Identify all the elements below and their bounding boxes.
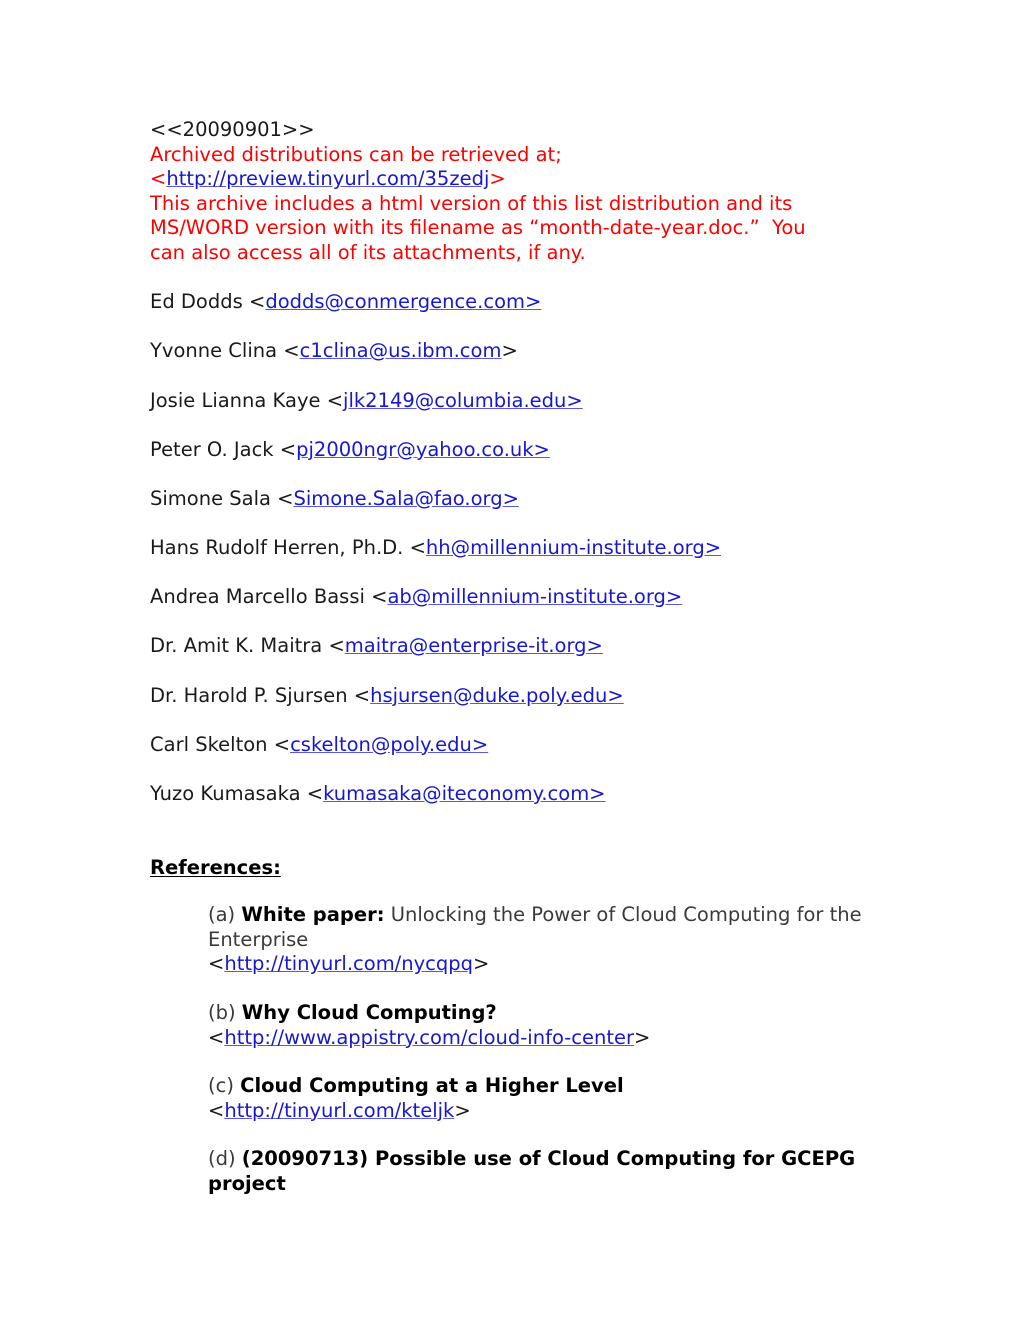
angle-bracket-open: < (273, 732, 291, 756)
contact-entry: Yuzo Kumasaka <kumasaka@iteconomy.com> (150, 782, 890, 807)
contact-email-link[interactable]: dodds@conmergence.com> (265, 290, 541, 313)
reference-marker: (c) (208, 1074, 241, 1098)
reference-item: (c) Cloud Computing at a Higher Level <ht… (208, 1074, 890, 1123)
reference-url-link[interactable]: http://tinyurl.com/nycqpq (224, 952, 473, 975)
archive-url-link[interactable]: http://preview.tinyurl.com/35zedj (166, 167, 489, 190)
reference-marker: (a) (208, 903, 242, 927)
angle-bracket-open: < (409, 536, 426, 560)
contact-entry: Dr. Harold P. Sjursen <hsjursen@duke.pol… (150, 684, 890, 709)
contact-name: Dr. Harold P. Sjursen (150, 683, 354, 707)
references-heading: References: (150, 855, 281, 879)
contact-entry: Ed Dodds <dodds@conmergence.com> (150, 290, 890, 315)
reference-title: Why Cloud Computing? (241, 1001, 497, 1024)
references-heading-row: References: (150, 856, 890, 881)
contact-name: Yuzo Kumasaka (150, 782, 307, 806)
angle-bracket-open: < (248, 290, 266, 314)
contact-name: Ed Dodds (150, 290, 249, 314)
contact-email-link[interactable]: c1clina@us.ibm.com (300, 339, 502, 362)
archive-url-line: <http://preview.tinyurl.com/35zedj> (150, 167, 890, 192)
reference-title: White paper: (241, 903, 385, 927)
contact-email-link[interactable]: hsjursen@duke.poly.edu> (370, 684, 624, 707)
document-page: <<20090901>> Archived distributions can … (0, 0, 1020, 1320)
reference-url-line: <http://www.appistry.com/cloud-info-cent… (208, 1026, 890, 1051)
contact-name: Dr. Amit K. Maitra (150, 634, 329, 658)
angle-bracket-open: < (208, 1025, 225, 1049)
reference-item: (d) (20090713) Possible use of Cloud Com… (208, 1147, 890, 1196)
archive-description-line-1: This archive includes a html version of … (150, 191, 793, 215)
angle-bracket-open: < (371, 585, 388, 609)
reference-title: (20090713) Possible use of Cloud Computi… (208, 1147, 862, 1195)
angle-bracket-open: < (208, 952, 225, 976)
reference-item: (b) Why Cloud Computing? <http://www.appi… (208, 1001, 890, 1050)
contact-name: Josie Lianna Kaye (150, 388, 327, 412)
document-content: <<20090901>> Archived distributions can … (150, 118, 890, 1197)
angle-bracket-close: > (454, 1098, 471, 1122)
reference-marker: (d) (208, 1147, 242, 1171)
reference-url-line: <http://tinyurl.com/nycqpq> (208, 952, 890, 977)
contact-name: Peter O. Jack (150, 437, 280, 461)
contact-email-link[interactable]: ab@millennium-institute.org> (387, 585, 682, 608)
contact-name: Yvonne Clina (150, 339, 284, 363)
reference-item: (a) White paper: Unlocking the Power of … (208, 903, 890, 977)
angle-bracket-open: < (277, 486, 294, 510)
contact-email-link[interactable]: Simone.Sala@fao.org> (294, 487, 519, 510)
contact-email-link[interactable]: kumasaka@iteconomy.com> (323, 782, 605, 805)
contact-name: Hans Rudolf Herren, Ph.D. (150, 536, 410, 560)
angle-bracket-open: < (328, 634, 345, 658)
header-block: <<20090901>> Archived distributions can … (150, 118, 890, 266)
contact-email-link[interactable]: pj2000ngr@yahoo.co.uk> (296, 438, 550, 461)
reference-url-link[interactable]: http://tinyurl.com/kteljk (224, 1099, 454, 1122)
reference-url-link[interactable]: http://www.appistry.com/cloud-info-cente… (224, 1026, 634, 1049)
reference-url-line: <http://tinyurl.com/kteljk> (208, 1099, 890, 1124)
references-list: (a) White paper: Unlocking the Power of … (208, 903, 890, 1196)
angle-bracket-close: > (634, 1025, 651, 1049)
archive-description-line-2: MS/WORD version with its filename as “mo… (150, 216, 806, 240)
angle-bracket-open: < (353, 683, 371, 707)
contact-entry: Simone Sala <Simone.Sala@fao.org> (150, 487, 890, 512)
angle-bracket-open: < (283, 339, 300, 363)
angle-bracket-open: < (279, 437, 297, 461)
contact-entry: Josie Lianna Kaye <jlk2149@columbia.edu> (150, 389, 890, 414)
contact-name: Simone Sala (150, 486, 278, 510)
angle-bracket-close: > (489, 167, 506, 191)
contact-list: Ed Dodds <dodds@conmergence.com> Yvonne C… (150, 290, 890, 806)
contact-entry: Carl Skelton <cskelton@poly.edu> (150, 733, 890, 758)
reference-marker: (b) (208, 1001, 242, 1024)
contact-entry: Andrea Marcello Bassi <ab@millennium-ins… (150, 585, 890, 610)
archive-notice: Archived distributions can be retrieved … (150, 142, 562, 166)
angle-bracket-open: < (306, 782, 324, 806)
contact-entry: Peter O. Jack <pj2000ngr@yahoo.co.uk> (150, 438, 890, 463)
contact-name: Carl Skelton (150, 732, 274, 756)
angle-bracket-open: < (326, 388, 344, 412)
contact-entry: Yvonne Clina <c1clina@us.ibm.com> (150, 339, 890, 364)
contact-email-link[interactable]: hh@millennium-institute.org> (426, 536, 721, 559)
archive-description-line-3: can also access all of its attachments, … (150, 240, 586, 264)
references-section: References: (a) White paper: Unlocking t… (150, 856, 890, 1197)
reference-title: Cloud Computing at a Higher Level (240, 1074, 624, 1098)
contact-email-link[interactable]: maitra@enterprise-it.org> (345, 634, 603, 657)
contact-entry: Hans Rudolf Herren, Ph.D. <hh@millennium… (150, 536, 890, 561)
angle-bracket-open: < (208, 1098, 225, 1122)
contact-entry: Dr. Amit K. Maitra <maitra@enterprise-it… (150, 634, 890, 659)
contact-email-link[interactable]: cskelton@poly.edu> (290, 733, 488, 756)
date-tag: <<20090901>> (150, 118, 315, 141)
contact-email-link[interactable]: jlk2149@columbia.edu> (343, 389, 583, 412)
contact-name: Andrea Marcello Bassi (150, 585, 372, 609)
angle-bracket-open: < (150, 167, 167, 191)
angle-bracket-close: > (501, 339, 518, 363)
angle-bracket-close: > (473, 952, 490, 976)
